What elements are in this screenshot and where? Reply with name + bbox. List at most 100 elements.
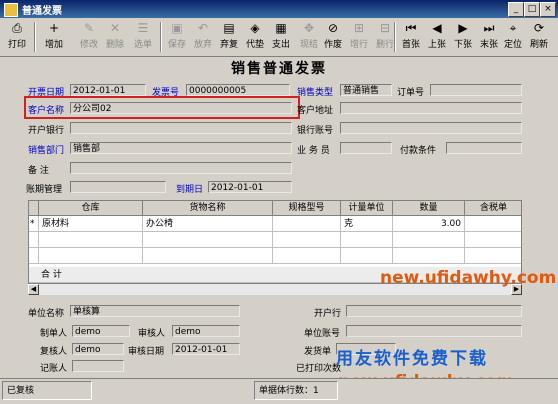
empty-cell[interactable] <box>143 232 273 248</box>
empty-cell[interactable] <box>393 232 465 248</box>
toolbar-button-delete-row[interactable]: ⊟ 删行 <box>372 20 398 54</box>
toolbar-button-prev[interactable]: ◀ 上张 <box>424 20 450 54</box>
toolbar-button-expense[interactable]: ▦ 支出 <box>268 20 294 54</box>
toolbar-button-discard[interactable]: ↶ 放弃 <box>190 20 216 54</box>
bookkeeper-field[interactable] <box>72 360 124 372</box>
empty-cell[interactable] <box>465 248 521 264</box>
cell-price[interactable] <box>465 216 521 232</box>
empty-cell[interactable] <box>393 248 465 264</box>
status-bar: 已复核 单据体行数：1 <box>0 378 558 404</box>
toolbar-button-locate[interactable]: ⌖ 定位 <box>500 20 526 54</box>
empty-cell[interactable] <box>465 232 521 248</box>
department-field[interactable]: 销售部 <box>70 142 292 154</box>
add-row-icon: ⊞ <box>353 21 365 35</box>
empty-cell[interactable] <box>39 248 143 264</box>
toolbar-button-review[interactable]: ▤ 弃复 <box>216 20 242 54</box>
toolbar-button-void[interactable]: ⊘ 作废 <box>320 20 346 54</box>
status-state: 已复核 <box>2 381 92 400</box>
bank-field[interactable] <box>70 122 292 134</box>
salesperson-field[interactable] <box>340 142 392 154</box>
payment-terms-field[interactable] <box>446 142 522 154</box>
toolbar-label: 增行 <box>349 40 368 50</box>
grid-header-spec[interactable]: 规格型号 <box>273 201 341 216</box>
cell-unit[interactable]: 克 <box>341 216 393 232</box>
account-field[interactable] <box>340 122 522 134</box>
shipper-label: 发货单 <box>304 347 332 357</box>
form-title: 销售普通发票 <box>231 61 327 77</box>
remark-field[interactable] <box>70 162 292 174</box>
grid-header-warehouse[interactable]: 仓库 <box>39 201 143 216</box>
cell-warehouse[interactable]: 原材料 <box>39 216 143 232</box>
close-button[interactable]: × <box>540 2 556 17</box>
next-icon: ▶ <box>458 21 468 35</box>
toolbar-label: 作废 <box>323 40 342 50</box>
department-label: 销售部门 <box>28 146 65 156</box>
toolbar-button-settle[interactable]: ✥ 现结 <box>296 20 322 54</box>
toolbar-button-delete[interactable]: ✕ 删除 <box>102 20 128 54</box>
toolbar-label: 删除 <box>105 40 124 50</box>
toolbar-separator <box>160 22 162 52</box>
grid-header-price[interactable]: 含税单 <box>465 201 521 216</box>
empty-cell[interactable] <box>341 248 393 264</box>
window-title: 普通发票 <box>22 6 62 17</box>
audit-date-label: 审核日期 <box>128 347 165 357</box>
toolbar-button-select[interactable]: ☰ 选单 <box>128 20 158 54</box>
customer-address-field[interactable] <box>340 102 522 114</box>
empty-cell[interactable] <box>143 248 273 264</box>
toolbar-button-edit[interactable]: ✎ 修改 <box>76 20 102 54</box>
select-icon: ☰ <box>137 21 149 35</box>
cell-qty[interactable]: 3.00 <box>393 216 465 232</box>
grid-header-name[interactable]: 货物名称 <box>143 201 273 216</box>
minimize-button[interactable]: _ <box>508 2 524 17</box>
audit-date-field[interactable]: 2012-01-01 <box>172 343 240 355</box>
reviewer-field[interactable]: demo <box>72 343 124 355</box>
advance-icon: ◈ <box>250 21 260 35</box>
toolbar-button-refresh[interactable]: ⟳ 刷新 <box>526 20 552 54</box>
empty-cell[interactable] <box>39 232 143 248</box>
add-icon: + <box>48 21 60 35</box>
invoice-no-field[interactable]: 0000000005 <box>186 84 290 96</box>
maker-field[interactable]: demo <box>72 325 130 337</box>
cell-spec[interactable] <box>273 216 341 232</box>
toolbar-button-printer[interactable]: ⎙ 打印 <box>2 20 32 54</box>
toolbar-button-add-row[interactable]: ⊞ 增行 <box>346 20 372 54</box>
toolbar-button-next[interactable]: ▶ 下张 <box>450 20 476 54</box>
toolbar-button-first[interactable]: ⏮ 首张 <box>398 20 424 54</box>
window-title-bar: 普通发票 _ □ × <box>0 0 558 18</box>
due-date-field[interactable]: 2012-01-01 <box>208 181 292 193</box>
restore-button[interactable]: □ <box>524 2 540 17</box>
order-no-field[interactable] <box>430 84 522 96</box>
discard-icon: ↶ <box>197 21 209 35</box>
invoice-date-field[interactable]: 2012-01-01 <box>70 84 146 96</box>
customer-name-field[interactable]: 分公司02 <box>70 102 292 114</box>
toolbar-button-advance[interactable]: ◈ 代垫 <box>242 20 268 54</box>
delete-icon: ✕ <box>109 21 121 35</box>
settle-icon: ✥ <box>303 21 315 35</box>
payment-terms-label: 付款条件 <box>400 146 437 156</box>
empty-cell[interactable] <box>273 248 341 264</box>
grid-header-qty[interactable]: 数量 <box>393 201 465 216</box>
toolbar-label: 保存 <box>167 40 186 50</box>
empty-cell[interactable] <box>341 232 393 248</box>
unit-name-field[interactable]: 单核算 <box>70 305 240 317</box>
toolbar-button-save[interactable]: ▣ 保存 <box>164 20 190 54</box>
toolbar-label: 修改 <box>79 40 98 50</box>
grid-header-unit[interactable]: 计量单位 <box>341 201 393 216</box>
footer-bank-field[interactable] <box>346 305 522 317</box>
toolbar-label: 末张 <box>479 40 498 50</box>
void-icon: ⊘ <box>327 21 339 35</box>
auditor-field[interactable]: demo <box>172 325 240 337</box>
watermark-url-top: new.ufidawhy.com <box>380 268 557 288</box>
cell-name[interactable]: 办公椅 <box>143 216 273 232</box>
toolbar-button-last[interactable]: ⏭ 末张 <box>476 20 502 54</box>
scroll-left-icon[interactable]: ◀ <box>28 284 39 295</box>
sales-type-field[interactable]: 普通销售 <box>340 84 392 96</box>
empty-cell[interactable] <box>273 232 341 248</box>
due-date-label: 到期日 <box>176 185 204 195</box>
account-mgmt-field[interactable] <box>70 181 166 193</box>
unit-account-field[interactable] <box>346 325 522 337</box>
empty-row-marker <box>29 248 39 264</box>
customer-address-label: 客户地址 <box>297 106 334 116</box>
toolbar-button-add[interactable]: + 增加 <box>38 20 70 54</box>
toolbar-label: 下张 <box>453 40 472 50</box>
